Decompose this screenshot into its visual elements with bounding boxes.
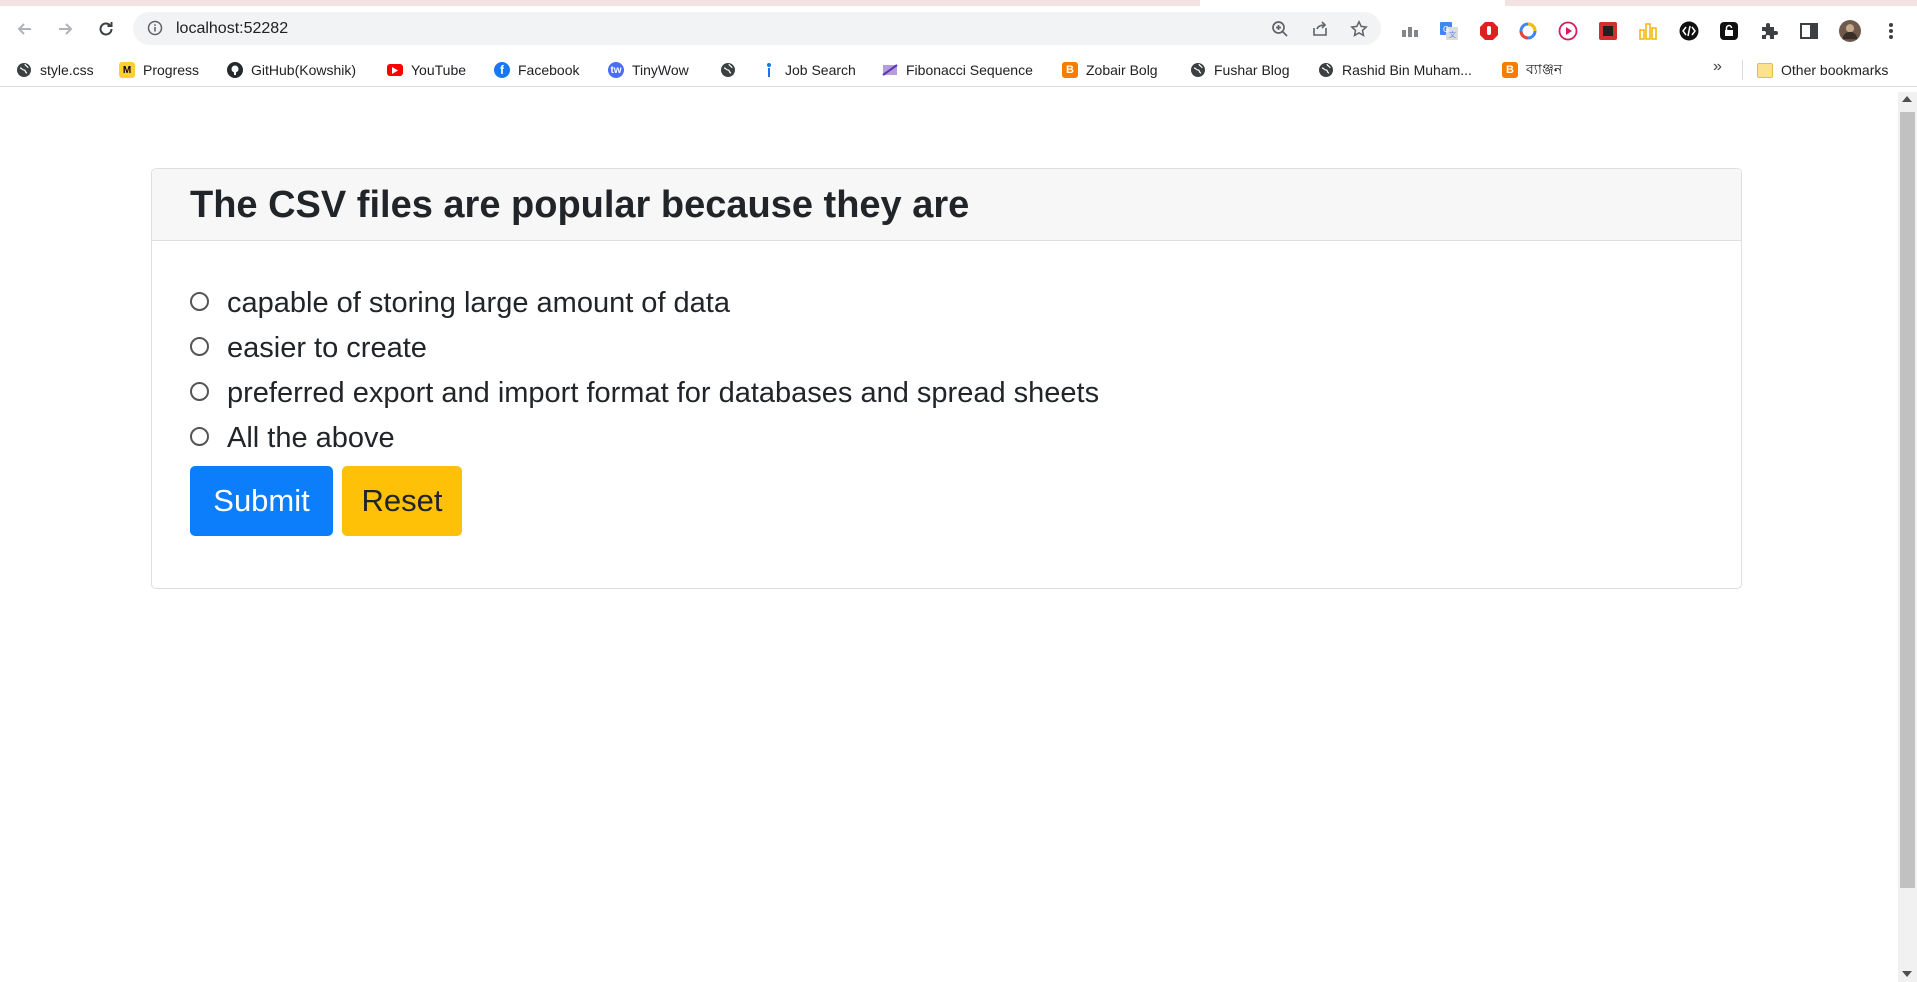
share-icon[interactable] xyxy=(1310,19,1330,39)
bookmarks-bar: style.css M Progress GitHub(Kowshik) You… xyxy=(0,52,1917,87)
bookmark-unnamed[interactable] xyxy=(720,59,744,81)
blogger-icon: B xyxy=(1502,62,1518,78)
bookmark-label: TinyWow xyxy=(632,62,689,78)
quiz-card-header: The CSV files are popular because they a… xyxy=(152,169,1741,241)
color-extension-icon[interactable] xyxy=(1517,20,1539,42)
bookmark-youtube[interactable]: YouTube xyxy=(387,59,466,81)
other-bookmarks[interactable]: Other bookmarks xyxy=(1757,59,1888,81)
github-icon xyxy=(227,62,243,78)
bookmark-label: Facebook xyxy=(518,62,580,78)
bookmark-label: Zobair Bolg xyxy=(1086,62,1158,78)
submit-button[interactable]: Submit xyxy=(190,466,333,536)
url-text[interactable]: localhost:52282 xyxy=(176,20,288,38)
radio-button[interactable] xyxy=(190,382,209,401)
scroll-down-arrow-icon[interactable] xyxy=(1902,971,1912,977)
bookmark-job-search[interactable]: Job Search xyxy=(761,59,856,81)
bookmark-fibonacci[interactable]: Fibonacci Sequence xyxy=(882,59,1033,81)
answer-option[interactable]: preferred export and import format for d… xyxy=(190,371,1099,416)
reset-button[interactable]: Reset xyxy=(342,466,462,536)
scroll-up-arrow-icon[interactable] xyxy=(1902,96,1912,102)
globe-icon xyxy=(16,62,32,78)
answer-option-label[interactable]: easier to create xyxy=(227,332,427,365)
fibonacci-icon xyxy=(882,62,898,78)
bar-chart-extension-icon[interactable] xyxy=(1637,20,1659,42)
answer-option[interactable]: easier to create xyxy=(190,326,1099,371)
bookmark-label: Fushar Blog xyxy=(1214,62,1290,78)
form-actions: Submit Reset xyxy=(190,466,462,536)
bookmark-label: GitHub(Kowshik) xyxy=(251,62,357,78)
other-bookmarks-label: Other bookmarks xyxy=(1781,62,1889,78)
answer-options: capable of storing large amount of data … xyxy=(190,281,1099,461)
browser-menu-icon[interactable] xyxy=(1880,20,1902,42)
bookmark-banjon[interactable]: B ব্যাঞ্জন xyxy=(1502,59,1562,81)
bookmark-label: Fibonacci Sequence xyxy=(906,62,1033,78)
code-extension-icon[interactable] xyxy=(1678,20,1700,42)
reload-icon[interactable] xyxy=(91,14,121,44)
radio-button[interactable] xyxy=(190,337,209,356)
globe-icon xyxy=(1190,62,1206,78)
browser-toolbar: localhost:52282 G文 xyxy=(0,6,1917,52)
dev-extension-icon[interactable] xyxy=(1597,20,1619,42)
address-bar[interactable]: localhost:52282 xyxy=(133,12,1381,45)
analytics-extension-icon[interactable] xyxy=(1399,20,1421,42)
scrollbar-thumb[interactable] xyxy=(1900,112,1915,888)
bookmark-progress[interactable]: M Progress xyxy=(119,59,199,81)
bookmark-github[interactable]: GitHub(Kowshik) xyxy=(227,59,356,81)
question-title: The CSV files are popular because they a… xyxy=(190,184,970,226)
back-icon[interactable] xyxy=(10,14,40,44)
bookmark-label: Progress xyxy=(143,62,200,78)
radio-button[interactable] xyxy=(190,292,209,311)
extensions-puzzle-icon[interactable] xyxy=(1758,20,1780,42)
forward-icon[interactable] xyxy=(50,14,80,44)
globe-icon xyxy=(720,62,736,78)
answer-option-label[interactable]: All the above xyxy=(227,422,395,455)
bookmark-zobair-bolg[interactable]: B Zobair Bolg xyxy=(1062,59,1158,81)
answer-option-label[interactable]: capable of storing large amount of data xyxy=(227,287,730,320)
profile-avatar[interactable] xyxy=(1839,20,1861,42)
facebook-icon: f xyxy=(494,62,510,78)
bookmark-label: ব্যাঞ্জন xyxy=(1526,61,1563,77)
youtube-icon xyxy=(387,64,403,76)
bookmark-label: Rashid Bin Muham... xyxy=(1342,62,1472,78)
bookmark-label: style.css xyxy=(40,62,94,78)
site-info-icon[interactable] xyxy=(147,20,163,41)
tinywow-icon: tw xyxy=(608,62,624,78)
bookmark-label: Job Search xyxy=(785,62,856,78)
side-panel-icon[interactable] xyxy=(1798,20,1820,42)
bookmark-facebook[interactable]: f Facebook xyxy=(494,59,579,81)
bookmark-style-css[interactable]: style.css xyxy=(16,59,94,81)
radio-button[interactable] xyxy=(190,427,209,446)
bookmark-star-icon[interactable] xyxy=(1349,19,1369,39)
svg-text:文: 文 xyxy=(1449,30,1456,39)
password-manager-icon[interactable] xyxy=(1718,20,1740,42)
answer-option[interactable]: capable of storing large amount of data xyxy=(190,281,1099,326)
zoom-icon[interactable] xyxy=(1270,19,1290,39)
bookmark-fushar-blog[interactable]: Fushar Blog xyxy=(1190,59,1289,81)
blogger-icon: B xyxy=(1062,62,1078,78)
globe-icon xyxy=(1318,62,1334,78)
video-player-icon[interactable] xyxy=(1557,20,1579,42)
quiz-card: The CSV files are popular because they a… xyxy=(151,168,1742,589)
adblock-icon[interactable] xyxy=(1478,20,1500,42)
job-search-icon xyxy=(761,62,777,78)
miro-icon: M xyxy=(119,62,135,78)
bookmarks-separator xyxy=(1742,60,1743,80)
google-translate-icon[interactable]: G文 xyxy=(1438,20,1460,42)
bookmark-tinywow[interactable]: tw TinyWow xyxy=(608,59,689,81)
answer-option[interactable]: All the above xyxy=(190,416,1099,461)
answer-option-label[interactable]: preferred export and import format for d… xyxy=(227,377,1099,410)
more-bookmarks-chevron-icon[interactable]: » xyxy=(1713,58,1722,76)
bookmark-rashid[interactable]: Rashid Bin Muham... xyxy=(1318,59,1472,81)
folder-icon xyxy=(1757,62,1773,78)
bookmark-label: YouTube xyxy=(411,62,467,78)
